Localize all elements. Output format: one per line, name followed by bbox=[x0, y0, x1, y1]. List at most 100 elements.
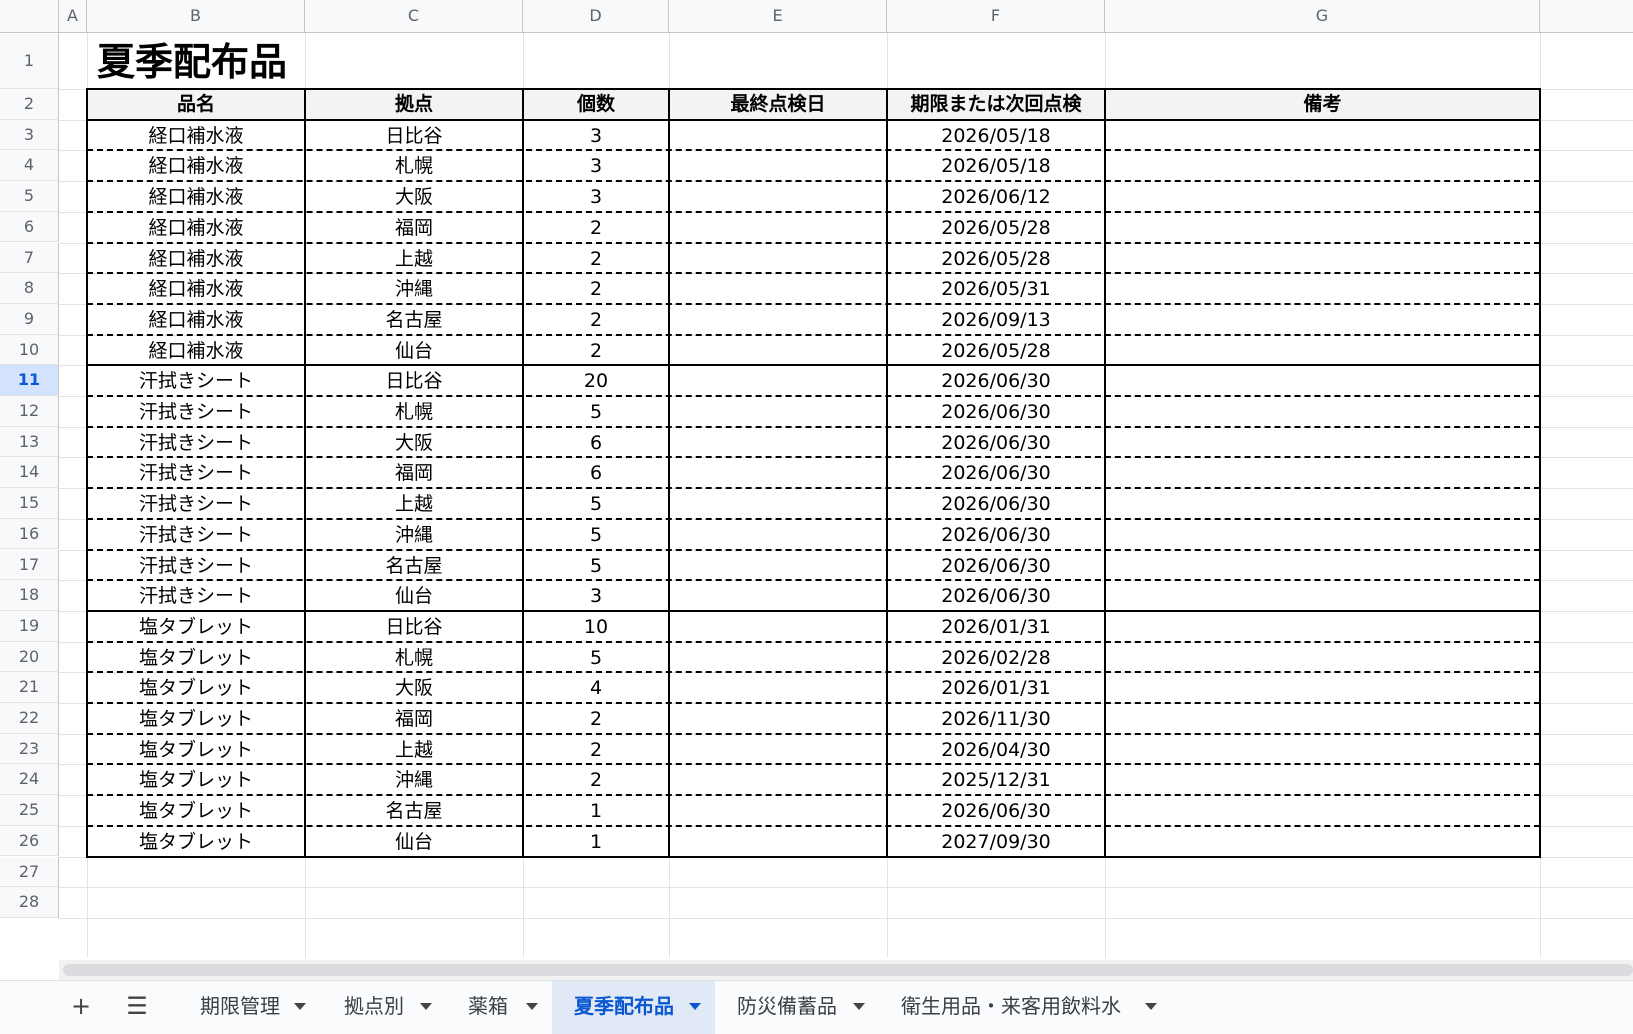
table-cell[interactable]: 名古屋 bbox=[305, 795, 523, 826]
table-cell[interactable] bbox=[1105, 243, 1540, 274]
row-header-20[interactable]: 20 bbox=[0, 641, 59, 673]
table-cell[interactable]: 塩タブレット bbox=[87, 764, 305, 795]
sheet-tab-6[interactable]: 衛生用品・来客用飲料水 bbox=[879, 981, 1171, 1034]
table-cell[interactable]: 2 bbox=[523, 703, 669, 734]
table-cell[interactable]: 2026/06/30 bbox=[887, 457, 1105, 488]
row-header-7[interactable]: 7 bbox=[0, 242, 59, 274]
select-all-corner[interactable] bbox=[0, 0, 59, 33]
table-cell[interactable]: 5 bbox=[523, 488, 669, 519]
table-cell[interactable] bbox=[669, 672, 887, 703]
table-cell[interactable] bbox=[669, 611, 887, 642]
table-cell[interactable] bbox=[1105, 580, 1540, 611]
table-cell[interactable]: 2026/06/12 bbox=[887, 181, 1105, 212]
table-cell[interactable]: 沖縄 bbox=[305, 273, 523, 304]
row-header-28[interactable]: 28 bbox=[0, 887, 59, 918]
table-header-cell[interactable]: 品名 bbox=[87, 89, 305, 120]
table-cell[interactable]: 塩タブレット bbox=[87, 795, 305, 826]
table-cell[interactable]: 仙台 bbox=[305, 826, 523, 857]
table-cell[interactable] bbox=[669, 335, 887, 366]
table-cell[interactable]: 塩タブレット bbox=[87, 642, 305, 673]
table-cell[interactable]: 2026/06/30 bbox=[887, 519, 1105, 550]
table-cell[interactable] bbox=[1105, 550, 1540, 581]
table-cell[interactable]: 10 bbox=[523, 611, 669, 642]
table-cell[interactable] bbox=[1105, 457, 1540, 488]
table-cell[interactable]: 2026/06/30 bbox=[887, 365, 1105, 396]
table-cell[interactable]: 経口補水液 bbox=[87, 150, 305, 181]
table-cell[interactable] bbox=[669, 826, 887, 857]
table-cell[interactable] bbox=[1105, 642, 1540, 673]
row-header-25[interactable]: 25 bbox=[0, 795, 59, 826]
table-cell[interactable]: 汗拭きシート bbox=[87, 580, 305, 611]
table-cell[interactable] bbox=[1105, 703, 1540, 734]
table-cell[interactable]: 名古屋 bbox=[305, 304, 523, 335]
column-header-b[interactable]: B bbox=[87, 0, 305, 33]
table-cell[interactable]: 3 bbox=[523, 120, 669, 151]
table-cell[interactable]: 汗拭きシート bbox=[87, 457, 305, 488]
row-header-6[interactable]: 6 bbox=[0, 211, 59, 243]
column-header-g[interactable]: G bbox=[1105, 0, 1540, 33]
row-header-18[interactable]: 18 bbox=[0, 580, 59, 611]
row-header-10[interactable]: 10 bbox=[0, 334, 59, 366]
table-cell[interactable]: 1 bbox=[523, 826, 669, 857]
table-cell[interactable]: 塩タブレット bbox=[87, 826, 305, 857]
table-cell[interactable] bbox=[669, 243, 887, 274]
row-header-23[interactable]: 23 bbox=[0, 733, 59, 765]
table-cell[interactable]: 福岡 bbox=[305, 212, 523, 243]
table-cell[interactable]: 2026/05/28 bbox=[887, 243, 1105, 274]
table-cell[interactable] bbox=[1105, 427, 1540, 458]
table-cell[interactable] bbox=[669, 365, 887, 396]
row-header-13[interactable]: 13 bbox=[0, 426, 59, 458]
table-cell[interactable]: 2 bbox=[523, 304, 669, 335]
table-cell[interactable]: 2026/05/18 bbox=[887, 150, 1105, 181]
table-cell[interactable]: 福岡 bbox=[305, 703, 523, 734]
table-cell[interactable]: 経口補水液 bbox=[87, 304, 305, 335]
row-header-2[interactable]: 2 bbox=[0, 89, 59, 120]
table-cell[interactable]: 札幌 bbox=[305, 642, 523, 673]
chevron-down-icon[interactable] bbox=[526, 1003, 538, 1010]
table-cell[interactable]: 2026/11/30 bbox=[887, 703, 1105, 734]
table-cell[interactable] bbox=[669, 642, 887, 673]
table-cell[interactable] bbox=[1105, 150, 1540, 181]
all-sheets-button[interactable]: ☰ bbox=[112, 981, 162, 1034]
table-cell[interactable]: 2026/06/30 bbox=[887, 795, 1105, 826]
add-sheet-button[interactable]: + bbox=[56, 981, 106, 1034]
sheet-tab-1[interactable]: 期限管理 bbox=[178, 981, 320, 1034]
table-cell[interactable]: 2026/02/28 bbox=[887, 642, 1105, 673]
table-cell[interactable]: 汗拭きシート bbox=[87, 519, 305, 550]
table-cell[interactable]: 2026/05/28 bbox=[887, 212, 1105, 243]
table-cell[interactable]: 汗拭きシート bbox=[87, 396, 305, 427]
table-cell[interactable]: 4 bbox=[523, 672, 669, 703]
table-cell[interactable]: 2 bbox=[523, 243, 669, 274]
table-cell[interactable]: 大阪 bbox=[305, 427, 523, 458]
table-cell[interactable] bbox=[1105, 335, 1540, 366]
table-cell[interactable]: 上越 bbox=[305, 243, 523, 274]
table-cell[interactable] bbox=[1105, 365, 1540, 396]
table-cell[interactable]: 札幌 bbox=[305, 150, 523, 181]
table-cell[interactable]: 汗拭きシート bbox=[87, 488, 305, 519]
table-cell[interactable]: 2026/05/28 bbox=[887, 335, 1105, 366]
table-cell[interactable] bbox=[669, 703, 887, 734]
table-cell[interactable]: 沖縄 bbox=[305, 764, 523, 795]
sheet-tab-5[interactable]: 防災備蓄品 bbox=[715, 981, 879, 1034]
chevron-down-icon[interactable] bbox=[420, 1003, 432, 1010]
row-header-19[interactable]: 19 bbox=[0, 610, 59, 642]
table-cell[interactable] bbox=[669, 120, 887, 151]
table-cell[interactable]: 2027/09/30 bbox=[887, 826, 1105, 857]
table-cell[interactable] bbox=[669, 396, 887, 427]
table-cell[interactable]: 経口補水液 bbox=[87, 212, 305, 243]
table-cell[interactable]: 上越 bbox=[305, 734, 523, 765]
chevron-down-icon[interactable] bbox=[1145, 1003, 1157, 1010]
table-cell[interactable]: 5 bbox=[523, 396, 669, 427]
table-cell[interactable]: 2026/01/31 bbox=[887, 611, 1105, 642]
table-cell[interactable]: 上越 bbox=[305, 488, 523, 519]
table-cell[interactable]: 2026/06/30 bbox=[887, 550, 1105, 581]
table-cell[interactable]: 5 bbox=[523, 642, 669, 673]
table-cell[interactable]: 大阪 bbox=[305, 181, 523, 212]
row-header-22[interactable]: 22 bbox=[0, 703, 59, 734]
table-cell[interactable]: 2 bbox=[523, 335, 669, 366]
table-cell[interactable]: 2026/01/31 bbox=[887, 672, 1105, 703]
table-cell[interactable]: 2026/04/30 bbox=[887, 734, 1105, 765]
table-cell[interactable] bbox=[669, 457, 887, 488]
row-header-8[interactable]: 8 bbox=[0, 273, 59, 304]
table-cell[interactable]: 2026/06/30 bbox=[887, 580, 1105, 611]
